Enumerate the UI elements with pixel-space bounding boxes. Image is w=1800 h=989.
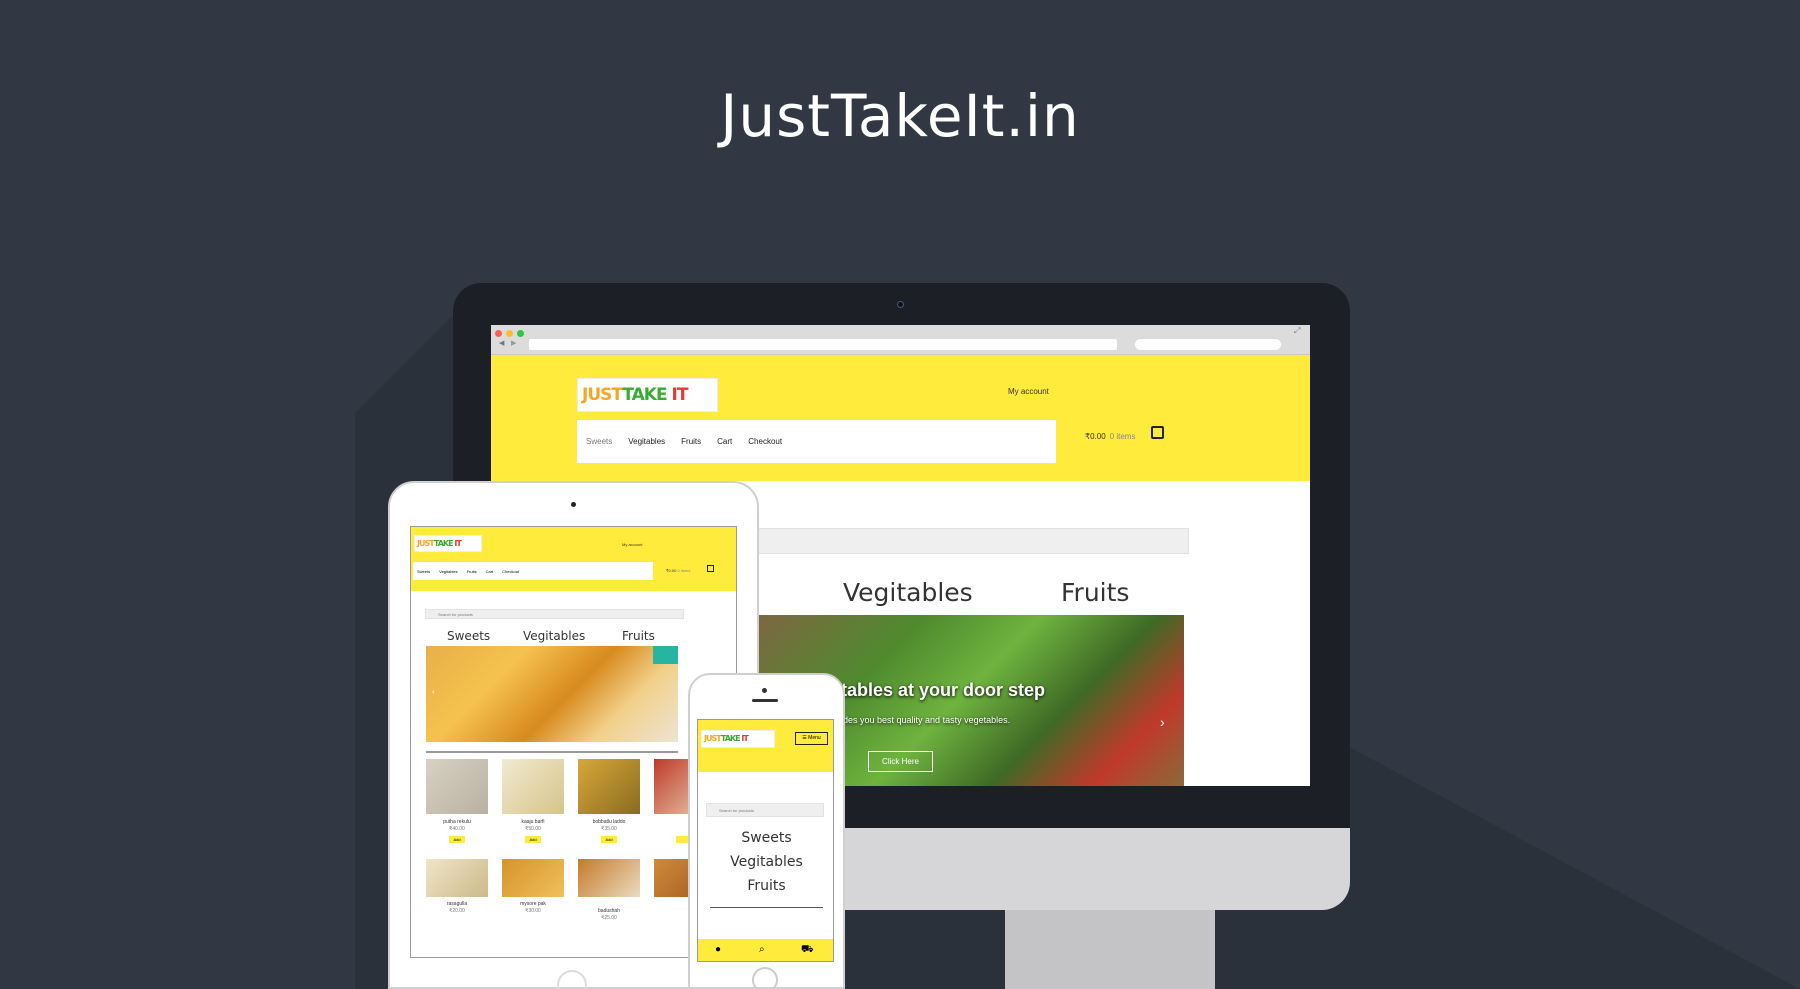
- product-name[interactable]: kaaju barfi: [502, 819, 564, 825]
- tablet-divider: [426, 751, 678, 753]
- product-name[interactable]: mysore pak: [502, 901, 564, 907]
- tablet-nav: Sweets Vegitables Fruits Cart Checkout: [413, 562, 653, 580]
- site-logo[interactable]: JUSTTAKE IT: [577, 378, 718, 412]
- phone-menu-button[interactable]: ☰ Menu: [795, 732, 828, 745]
- forward-arrow-icon[interactable]: ▶: [511, 339, 516, 347]
- search-icon[interactable]: ⌕: [759, 944, 765, 955]
- cart-total: ₹0.00: [1085, 432, 1106, 441]
- page-title: JustTakeIt.in: [720, 82, 1080, 150]
- user-icon[interactable]: ●: [715, 944, 721, 955]
- tablet-nav-vegitables[interactable]: Vegitables: [439, 569, 457, 574]
- product-price: ₹20.00: [449, 908, 465, 914]
- product-name[interactable]: bobbatlu laddo: [578, 819, 640, 825]
- phone-screen: JUSTTAKE IT ☰ Menu Search for products S…: [697, 719, 834, 962]
- browser-chrome: ◀ ▶ ⤢: [491, 325, 1310, 355]
- phone-category-sweets[interactable]: Sweets: [698, 830, 833, 846]
- product-image[interactable]: [502, 759, 564, 814]
- nav-cart[interactable]: Cart: [717, 437, 732, 446]
- phone-search-input[interactable]: Search for products: [706, 803, 824, 817]
- product-name[interactable]: putha rekulu: [426, 819, 488, 825]
- phone-category-fruits[interactable]: Fruits: [698, 878, 833, 894]
- nav-fruits[interactable]: Fruits: [681, 437, 701, 446]
- phone-category-vegitables[interactable]: Vegitables: [698, 854, 833, 870]
- product-price: ₹40.00: [449, 826, 465, 832]
- expand-icon[interactable]: ⤢: [1294, 326, 1300, 336]
- tablet-camera: [571, 502, 576, 507]
- tablet-cart-items: 0 items: [677, 568, 691, 573]
- product-name[interactable]: badushah: [578, 908, 640, 914]
- desktop-camera: [897, 301, 904, 308]
- product-image[interactable]: [578, 759, 640, 814]
- maximize-dot[interactable]: [517, 330, 524, 337]
- add-to-cart-button[interactable]: Add: [525, 836, 541, 843]
- slide-heading: tables at your door step: [841, 680, 1046, 700]
- product-price: ₹30.00: [525, 908, 541, 914]
- add-to-cart-button[interactable]: Add: [449, 836, 465, 843]
- cart-icon[interactable]: ⛟: [801, 944, 814, 957]
- shopping-bag-icon[interactable]: [1151, 426, 1164, 439]
- tablet-nav-cart[interactable]: Cart: [486, 569, 494, 574]
- product-image[interactable]: [578, 859, 640, 897]
- slide-cta-button[interactable]: Click Here: [868, 751, 933, 772]
- nav-sweets[interactable]: Sweets: [586, 437, 612, 446]
- tablet-chevron-left-icon[interactable]: ‹: [432, 687, 435, 696]
- phone-divider: [710, 907, 823, 908]
- product-price: ₹35.00: [601, 826, 617, 832]
- phone-camera: [762, 688, 767, 693]
- cart-item-count: 0 items: [1109, 432, 1136, 441]
- phone-logo[interactable]: JUSTTAKE IT: [701, 730, 775, 748]
- minimize-dot[interactable]: [506, 330, 513, 337]
- tablet-category-fruits[interactable]: Fruits: [622, 629, 655, 643]
- product-price: ₹25.00: [601, 915, 617, 921]
- header-cart[interactable]: ₹0.00 0 items: [1085, 432, 1135, 441]
- tablet-nav-checkout[interactable]: Checkout: [502, 569, 519, 574]
- product-price: ₹50.00: [525, 826, 541, 832]
- phone-menu-label: Menu: [808, 735, 821, 741]
- nav-checkout[interactable]: Checkout: [748, 437, 782, 446]
- category-fruits[interactable]: Fruits: [1061, 578, 1129, 607]
- tablet-category-vegitables[interactable]: Vegitables: [523, 629, 585, 643]
- address-bar[interactable]: [529, 339, 1117, 350]
- back-arrow-icon[interactable]: ◀: [499, 339, 504, 347]
- phone-home-button[interactable]: [752, 967, 778, 989]
- main-nav: Sweets Vegitables Fruits Cart Checkout: [577, 420, 1056, 463]
- product-name[interactable]: rasagulla: [426, 901, 488, 907]
- slide-subtext: ides you best quality and tasty vegetabl…: [841, 715, 1011, 725]
- product-image[interactable]: [502, 859, 564, 897]
- desktop-stand: [1005, 910, 1215, 989]
- category-vegitables[interactable]: Vegitables: [843, 578, 973, 607]
- close-dot[interactable]: [495, 330, 502, 337]
- add-to-cart-button[interactable]: Add: [601, 836, 617, 843]
- tablet-nav-sweets[interactable]: Sweets: [417, 569, 430, 574]
- phone-speaker: [752, 699, 778, 702]
- nav-vegitables[interactable]: Vegitables: [628, 437, 665, 446]
- tablet-slide-accent: [653, 646, 678, 664]
- product-image[interactable]: [426, 759, 488, 814]
- tablet-my-account[interactable]: My account: [622, 542, 642, 547]
- tablet-cart-total: ₹0.00: [666, 568, 677, 573]
- product-image[interactable]: [426, 859, 488, 897]
- tablet-search-input[interactable]: Search for products: [425, 609, 684, 619]
- tablet-nav-fruits[interactable]: Fruits: [467, 569, 477, 574]
- tablet-bag-icon[interactable]: [707, 565, 714, 572]
- my-account-link[interactable]: My account: [1008, 387, 1049, 396]
- tablet-logo[interactable]: JUSTTAKE IT: [414, 535, 482, 552]
- chevron-right-icon[interactable]: ›: [1160, 714, 1165, 730]
- tablet-cart[interactable]: ₹0.00 0 items: [666, 568, 690, 573]
- browser-search-field[interactable]: [1135, 339, 1281, 350]
- tablet-hero-image: [426, 646, 678, 742]
- tablet-category-sweets[interactable]: Sweets: [447, 629, 490, 643]
